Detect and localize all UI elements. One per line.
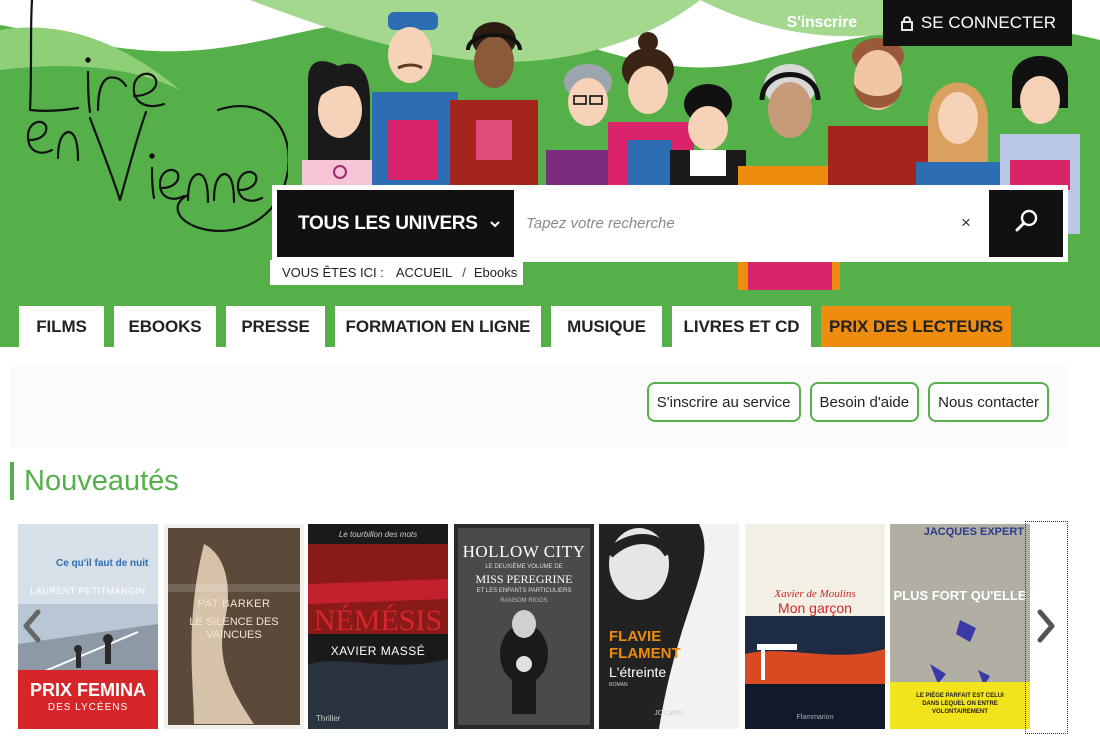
book-cover-art [745, 524, 885, 729]
universe-dropdown[interactable]: TOUS LES UNIVERS [277, 190, 514, 257]
book-author: LAURENT PETITMANGIN [30, 586, 146, 596]
book-author: PAT BARKER [197, 598, 271, 610]
universe-tabs: FILMS EBOOKS PRESSE FORMATION EN LIGNE M… [19, 306, 1011, 347]
book-subtitle2: ET LES ENFANTS PARTICULIERS [476, 588, 572, 594]
section-title: Nouveautés [10, 462, 179, 500]
tab-livres-et-cd[interactable]: LIVRES ET CD [672, 306, 811, 347]
site-logo[interactable] [18, 0, 288, 245]
tab-prix-des-lecteurs[interactable]: PRIX DES LECTEURS [821, 306, 1011, 347]
account-links: S'inscrire SE CONNECTER [787, 0, 1072, 46]
breadcrumb: VOUS ÊTES ICI : ACCUEIL / Ebooks [270, 260, 524, 285]
book-subtitle: MISS PEREGRINE [475, 572, 573, 586]
carousel-prev-button[interactable] [20, 606, 44, 646]
tab-formation-en-ligne[interactable]: FORMATION EN LIGNE [335, 306, 541, 347]
contact-button[interactable]: Nous contacter [928, 382, 1049, 422]
help-button[interactable]: Besoin d'aide [809, 382, 920, 422]
book-title: PLUS FORT QU'ELLE [893, 588, 1027, 603]
book-author: RANSOM RIGGS [500, 598, 548, 604]
search-icon [1013, 208, 1039, 239]
tab-ebooks[interactable]: EBOOKS [114, 306, 216, 347]
book-genre: Thriller [316, 714, 341, 723]
book-publisher: JC Lattès [654, 710, 684, 717]
book-title: Ce qu'il faut de nuit [56, 558, 149, 569]
book-cover[interactable]: Xavier de Moulins Mon garçon Flammarion [745, 524, 885, 729]
book-author: FLAVIE FLAMENT [609, 628, 681, 662]
book-title: LE SILENCE DES VAINCUES [189, 616, 279, 641]
book-tagline: LE DEUXIÈME VOLUME DE [485, 564, 563, 570]
lock-icon [901, 15, 913, 31]
service-bar: S'inscrire au service Besoin d'aide Nous… [10, 366, 1068, 448]
book-author: XAVIER MASSÉ [330, 644, 426, 658]
book-author: JACQUES EXPERT [923, 526, 1024, 538]
breadcrumb-separator: / [460, 260, 468, 285]
chevron-left-icon [23, 609, 41, 643]
breadcrumb-label: VOUS ÊTES ICI : [270, 260, 388, 285]
book-cover-art [599, 524, 739, 729]
book-publisher: Flammarion [796, 714, 834, 721]
book-cover[interactable]: JACQUES EXPERT PLUS FORT QU'ELLE LE PIÈG… [890, 524, 1030, 729]
book-cover[interactable]: FLAVIE FLAMENT L'étreinte ROMAN JC Lattè… [599, 524, 739, 729]
book-badge-sub: DES LYCÉENS [47, 702, 129, 713]
tab-musique[interactable]: MUSIQUE [551, 306, 662, 347]
tab-films[interactable]: FILMS [19, 306, 104, 347]
book-cover[interactable]: Le tourbillon des mots NÉMÉSIS XAVIER MA… [308, 524, 448, 729]
search-input[interactable] [516, 190, 986, 257]
book-genre: ROMAN [609, 682, 628, 688]
chevron-down-icon [489, 220, 500, 228]
book-cover[interactable]: HOLLOW CITY LE DEUXIÈME VOLUME DE MISS P… [454, 524, 594, 729]
book-blurb: LE PIÈGE PARFAIT EST CELUI DANS LEQUEL O… [916, 693, 1004, 715]
clear-search-button[interactable]: × [956, 210, 976, 236]
register-service-button[interactable]: S'inscrire au service [646, 382, 801, 422]
service-buttons: S'inscrire au service Besoin d'aide Nous… [638, 382, 1049, 422]
book-cover[interactable]: PAT BARKER LE SILENCE DES VAINCUES [164, 524, 304, 729]
search-button[interactable] [989, 190, 1063, 257]
book-series: Le tourbillon des mots [338, 530, 418, 539]
signup-link[interactable]: S'inscrire [787, 14, 857, 32]
universe-dropdown-label: TOUS LES UNIVERS [298, 212, 478, 234]
new-releases-carousel: Ce qu'il faut de nuit LAURENT PETITMANGI… [18, 524, 1068, 732]
tab-presse[interactable]: PRESSE [226, 306, 325, 347]
login-button[interactable]: SE CONNECTER [882, 0, 1072, 46]
book-author: Xavier de Moulins [774, 588, 856, 600]
carousel-focus-outline [1025, 521, 1068, 734]
book-title: L'étreinte [609, 664, 667, 680]
book-title: HOLLOW CITY [462, 542, 586, 561]
book-title: NÉMÉSIS [313, 604, 443, 637]
login-button-label: SE CONNECTER [920, 13, 1056, 32]
breadcrumb-current: Ebooks [467, 260, 524, 285]
book-title: Mon garçon [778, 600, 852, 616]
book-badge: PRIX FEMINA [29, 680, 146, 700]
breadcrumb-home-link[interactable]: ACCUEIL [387, 260, 461, 285]
site-header: S'inscrire SE CONNECTER TOUS LES UNIVERS… [0, 0, 1100, 347]
search-bar: TOUS LES UNIVERS × [272, 185, 1068, 262]
